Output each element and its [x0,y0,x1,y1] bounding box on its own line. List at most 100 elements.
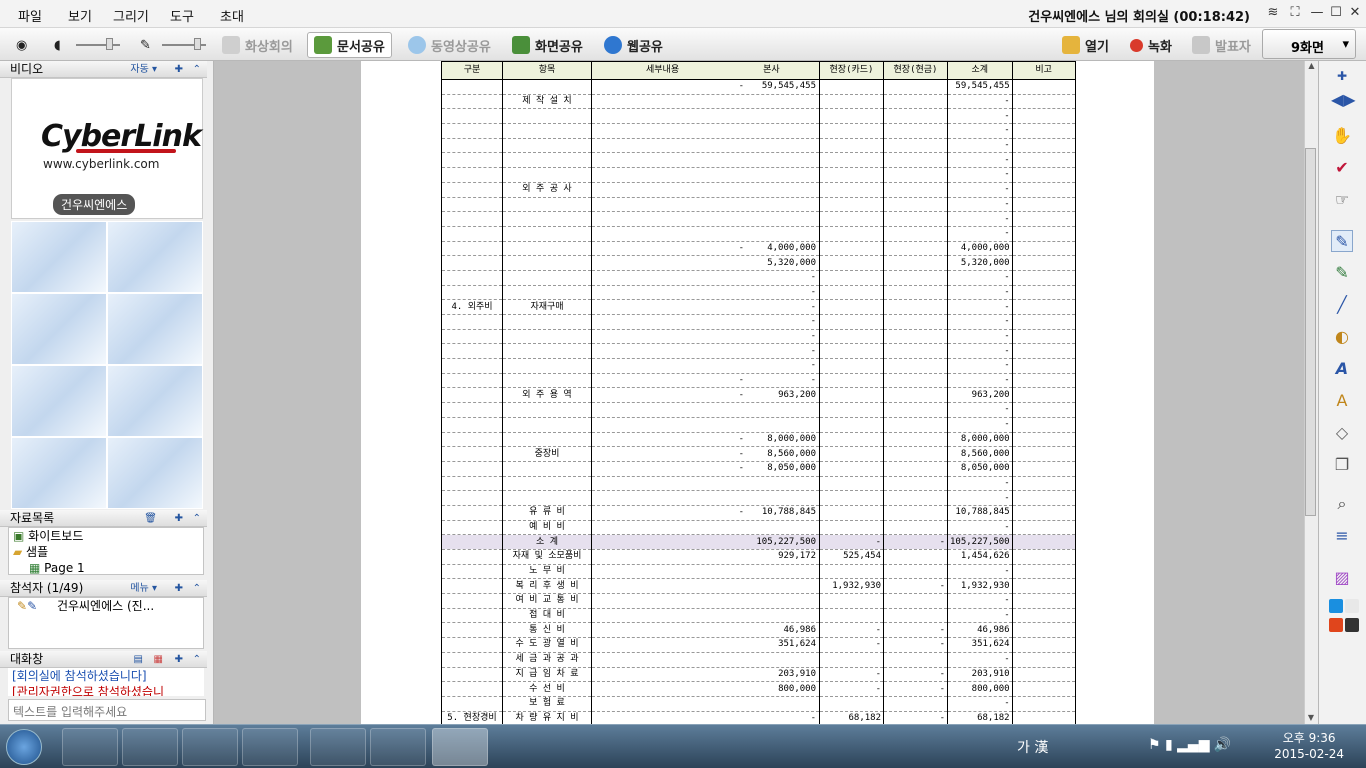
doc-share-button[interactable]: 문서공유 [307,32,392,58]
table-cell: 중장비 [502,446,592,462]
collapse-icon[interactable]: ⌃ [193,510,201,527]
line-width-icon[interactable]: ≡ [1331,525,1353,547]
save-icon[interactable]: ▤ [134,651,143,668]
speaker-volume-knob[interactable] [106,38,113,50]
arrows-icon[interactable]: ◀▶ [1331,89,1356,111]
collapse-icon[interactable]: ⌃ [193,580,201,597]
web-share-button[interactable]: 웹공유 [598,32,669,58]
collapse-icon[interactable]: ⌃ [193,61,201,78]
table-cell [819,520,884,536]
video-share-button[interactable]: 동영상공유 [402,32,497,58]
menu-invite[interactable]: 초대 [220,6,244,25]
start-button[interactable] [6,729,42,765]
participants-menu[interactable]: 메뉴 ▾ [130,580,157,597]
video-conf-button[interactable]: 화상회의 [216,32,299,58]
color-swatch-black[interactable] [1345,618,1359,632]
video-thumb[interactable] [107,293,203,365]
video-thumb[interactable] [11,293,107,365]
color-swatch-blue[interactable] [1329,599,1343,613]
color-swatch-red[interactable] [1329,618,1343,632]
menu-tools[interactable]: 도구 [170,6,194,25]
zoom-icon[interactable]: ⌕ [1331,493,1353,515]
participant-row[interactable]: ✎✎ 건우씨엔에스 (진... [9,598,203,614]
ie-icon[interactable] [122,728,178,766]
table-cell: 68,182 [947,711,1013,724]
text-icon[interactable]: A [1331,358,1353,380]
scroll-down-icon[interactable]: ▼ [1305,713,1317,722]
record-button[interactable]: 녹화 [1124,32,1178,58]
pin-icon[interactable]: ✚ [175,580,183,597]
screen-layout-select[interactable]: 9화면 ▾ [1262,29,1356,59]
menu-view[interactable]: 보기 [68,6,92,25]
video-thumb[interactable] [107,365,203,437]
pin-icon[interactable]: ✚ [175,61,183,78]
list-item-sample[interactable]: ▰ 샘플 [9,544,203,560]
highlighter-icon[interactable]: ✎ [1331,262,1353,284]
line-icon[interactable]: ╱ [1331,294,1353,316]
pen-icon[interactable]: ✎ [1331,230,1353,252]
copy-icon[interactable]: ❐ [1331,454,1353,476]
table-row: -- [441,270,1076,286]
system-clock[interactable]: 오후 9:36 2015-02-24 [1274,730,1344,762]
color-picker-icon[interactable]: ▨ [1331,567,1353,589]
video-thumb[interactable] [107,437,203,509]
table-cell [591,593,820,609]
video-thumb[interactable] [11,365,107,437]
tray-icons[interactable]: ⚑ ▮ ▂▄▆ 🔊 [1148,737,1231,753]
open-button[interactable]: 열기 [1056,32,1115,58]
pencil-icon: ✎ [17,599,28,613]
table-cell: 소 계 [502,534,592,550]
minimize-button[interactable]: — [1308,5,1326,20]
fullscreen-icon[interactable]: ⛶ [1286,5,1304,20]
list-item-whiteboard[interactable]: ▣ 화이트보드 [9,528,203,544]
menu-draw[interactable]: 그리기 [113,6,149,25]
speaker-icon[interactable]: ◖ [48,32,67,58]
video-thumb[interactable] [107,221,203,293]
pin-icon[interactable]: ✚ [175,651,183,668]
presenter-button[interactable]: 발표자 [1186,32,1257,58]
camera-icon[interactable]: ◉ [10,32,33,58]
outlook-icon[interactable] [182,728,238,766]
ime-indicator[interactable]: 가 漢 [1017,737,1048,757]
list-item-page[interactable]: ▦ Page 1 [9,560,203,576]
color-icon[interactable]: ▦ [154,651,163,668]
trash-icon[interactable]: 🗑 [144,510,157,527]
screen-share-button[interactable]: 화면공유 [506,32,589,58]
pin-icon[interactable]: ✚ [1331,65,1353,87]
color-swatch-white[interactable] [1345,599,1359,613]
mic-icon[interactable]: ✎ [134,32,157,58]
video-thumb[interactable] [11,221,107,293]
chat-input[interactable]: 텍스트를 입력해주세요 [8,699,206,721]
hand-icon[interactable]: ✋ [1331,125,1353,147]
cell-hq-value: 963,200 [778,389,816,400]
pin-icon[interactable]: ✚ [175,510,183,527]
check-icon[interactable]: ✔ [1331,157,1353,179]
meeting-app-icon[interactable] [370,728,426,766]
video-thumb[interactable] [11,437,107,509]
menu-file[interactable]: 파일 [18,6,42,25]
vertical-scrollbar[interactable]: ▲ ▼ [1304,61,1318,724]
eraser-icon[interactable]: ◇ [1331,422,1353,444]
video-mode-select[interactable]: 자동 ▾ [130,61,157,78]
collapse-icon[interactable]: ⌃ [193,651,201,668]
speaker-volume-slider[interactable] [76,44,120,46]
table-cell [591,94,820,110]
table-cell [591,402,820,418]
scrollbar-thumb[interactable] [1305,148,1316,516]
remote-icon[interactable] [310,728,366,766]
table-row: 유 류 비 - 10,788,845 10,788,845 [441,505,1076,521]
shapes-icon[interactable]: ◐ [1331,326,1353,348]
table-cell [883,255,948,271]
explorer-icon[interactable] [62,728,118,766]
conference-app-icon[interactable] [432,728,488,766]
maximize-button[interactable]: ☐ [1327,5,1345,20]
table-cell [819,329,884,345]
pointer-icon[interactable]: ☞ [1331,189,1353,211]
mic-volume-knob[interactable] [194,38,201,50]
scroll-up-icon[interactable]: ▲ [1305,61,1318,70]
excel-icon[interactable] [242,728,298,766]
shared-document[interactable]: 구분 항목 세부내용 본사 현장(카드) 현장(현금) 소계 비고 -59,545… [361,61,1154,724]
close-button[interactable]: ✕ [1346,5,1364,20]
text-box-icon[interactable]: A [1331,390,1353,412]
table-cell [502,108,592,125]
